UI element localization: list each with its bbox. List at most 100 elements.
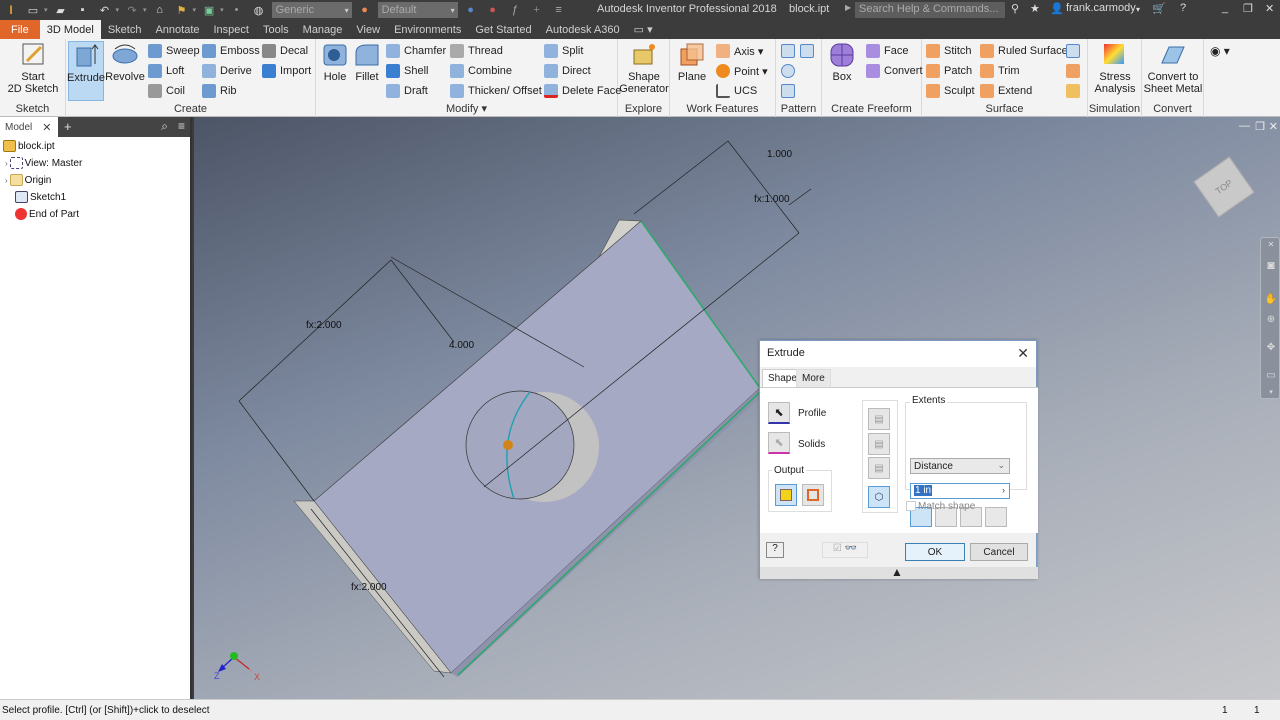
save-icon[interactable]: ▪ (75, 3, 91, 17)
user-name[interactable]: frank.carmody (1066, 2, 1136, 14)
clear-appearance-icon[interactable]: ● (485, 3, 501, 17)
add-browser-tab-icon[interactable]: + (64, 119, 72, 134)
look-at-icon[interactable]: ▭ (1264, 370, 1278, 382)
fit-mesh-face-button[interactable] (1066, 83, 1084, 99)
thicken-offset-button[interactable]: Thicken/ Offset (450, 83, 542, 99)
loft-button[interactable]: Loft (148, 63, 184, 79)
tab-sketch[interactable]: Sketch (101, 20, 149, 39)
tab-file[interactable]: File (0, 20, 40, 39)
emboss-button[interactable]: Emboss (202, 43, 260, 59)
direct-button[interactable]: Direct (544, 63, 591, 79)
viewport-restore-icon[interactable]: ❐ (1255, 120, 1265, 133)
navbar-close-icon[interactable]: ✕ (1264, 240, 1278, 252)
ribbon-overflow-button[interactable]: ◉ ▾ (1210, 43, 1230, 59)
home-icon[interactable]: ⌂ (152, 3, 168, 17)
tab-tools[interactable]: Tools (256, 20, 296, 39)
hole-button[interactable]: Hole (320, 41, 350, 83)
convert-button[interactable]: Convert (866, 63, 923, 79)
expand-icon[interactable]: › (5, 176, 8, 185)
coil-button[interactable]: Coil (148, 83, 185, 99)
trim-button[interactable]: Trim (980, 63, 1020, 79)
cancel-button[interactable]: Cancel (970, 543, 1028, 561)
extrude-button[interactable]: Extrude (67, 41, 105, 101)
signal-icon[interactable]: ⚲ (1011, 2, 1019, 15)
extents-type-select[interactable]: Distance ⌄ (910, 458, 1010, 474)
close-button[interactable]: ✕ (1265, 2, 1274, 15)
modify-panel-expand[interactable]: Modify ▾ (316, 102, 617, 115)
ruled-surface-button[interactable]: Ruled Surface (980, 43, 1068, 59)
customize-toolbar-icon[interactable]: ≡ (551, 3, 567, 17)
dialog-close-button[interactable]: ✕ (1017, 345, 1029, 362)
preview-toggle-button[interactable]: ☑ 👓 (822, 542, 868, 558)
derive-button[interactable]: Derive (202, 63, 252, 79)
browser-tab-model[interactable]: Model ✕ (0, 117, 57, 137)
dimension-label[interactable]: 4.000 (449, 340, 474, 351)
import-button[interactable]: Import (262, 63, 311, 79)
tab-manage[interactable]: Manage (296, 20, 350, 39)
steering-wheel-icon[interactable]: ◙ (1264, 258, 1278, 272)
shape-generator-button[interactable]: Shape Generator (619, 41, 669, 95)
fx-parameters-icon[interactable]: ƒ (507, 3, 523, 17)
new-solid-button[interactable]: ⬡ (868, 486, 890, 508)
pan-hand-icon[interactable]: ✋ (1264, 294, 1278, 306)
minimize-button[interactable]: _ (1222, 2, 1228, 14)
direction-asymmetric-button[interactable] (985, 507, 1007, 527)
combine-button[interactable]: Combine (450, 63, 512, 79)
join-button[interactable]: ▤ (868, 408, 890, 430)
patch-button[interactable]: Patch (926, 63, 972, 79)
navbar-customize-icon[interactable]: ▾ (1264, 388, 1278, 400)
help-icon[interactable]: ? (1180, 2, 1186, 14)
cut-button[interactable]: ▤ (868, 433, 890, 455)
graphics-viewport[interactable]: 1.000 fx:1.000 fx:2.000 4.000 fx:2.000 Z… (194, 117, 1280, 699)
new-file-icon[interactable]: ▭ (25, 3, 41, 17)
output-solid-button[interactable] (775, 484, 797, 506)
color-wheel-icon[interactable]: ● (357, 3, 373, 17)
tree-item-block-ipt[interactable]: block.ipt (3, 138, 55, 154)
replace-face-button[interactable] (1066, 43, 1084, 59)
search-expand-icon[interactable]: ▶ (845, 3, 851, 12)
appearance-combo[interactable]: Default ▾ (377, 2, 458, 18)
chamfer-button[interactable]: Chamfer (386, 43, 446, 59)
tab-autodesk-a360[interactable]: Autodesk A360 (539, 20, 627, 39)
rib-button[interactable]: Rib (202, 83, 237, 99)
shell-button[interactable]: Shell (386, 63, 428, 79)
match-shape-checkbox[interactable] (906, 501, 916, 511)
undo-icon[interactable]: ↶ (97, 3, 113, 17)
intersect-button[interactable]: ▤ (868, 457, 890, 479)
profile-select-button[interactable]: ⬉ (768, 402, 790, 424)
draft-button[interactable]: Draft (386, 83, 428, 99)
material-combo[interactable]: Generic ▾ (271, 2, 352, 18)
distance-options-icon[interactable]: › (1002, 485, 1005, 495)
browser-menu-icon[interactable]: ≡ (178, 119, 185, 133)
tab-more[interactable]: More (796, 369, 831, 387)
redo-icon[interactable]: ↷ (124, 3, 140, 17)
restore-button[interactable]: ❐ (1243, 2, 1253, 15)
tab-environments[interactable]: Environments (387, 20, 468, 39)
ok-button[interactable]: OK (905, 543, 965, 561)
dimension-label[interactable]: 1.000 (767, 149, 792, 160)
dimension-label[interactable]: fx:2.000 (306, 320, 342, 331)
appearance-globe-icon[interactable]: ◍ (251, 3, 267, 17)
output-surface-button[interactable] (802, 484, 824, 506)
tab-3d-model[interactable]: 3D Model (39, 20, 101, 39)
adjust-appearance-icon[interactable]: ● (463, 3, 479, 17)
help-button[interactable]: ? (766, 542, 784, 558)
thread-button[interactable]: Thread (450, 43, 503, 59)
tab-get-started[interactable]: Get Started (468, 20, 538, 39)
sculpt-button[interactable]: Sculpt (926, 83, 975, 99)
ribbon-display-options-icon[interactable]: ▭ ▾ (627, 20, 660, 39)
start-2d-sketch-button[interactable]: Start 2D Sketch (5, 41, 61, 95)
distance-input[interactable]: 1 in › (910, 483, 1010, 499)
open-icon[interactable]: ▰ (53, 3, 69, 17)
expand-icon[interactable]: › (5, 159, 8, 168)
tab-view[interactable]: View (349, 20, 387, 39)
viewport-close-icon[interactable]: ✕ (1269, 120, 1278, 133)
tree-item-view-master[interactable]: › View: Master (5, 155, 82, 171)
browser-search-icon[interactable]: ⌕ (161, 119, 168, 134)
stress-analysis-button[interactable]: Stress Analysis (1090, 41, 1140, 95)
add-icon[interactable]: + (529, 3, 545, 17)
user-dropdown-icon[interactable]: ▾ (1136, 5, 1140, 14)
close-browser-tab-icon[interactable]: ✕ (42, 121, 51, 134)
tree-item-origin[interactable]: › Origin (5, 172, 51, 188)
dialog-expander[interactable]: ▲ (760, 565, 1038, 579)
